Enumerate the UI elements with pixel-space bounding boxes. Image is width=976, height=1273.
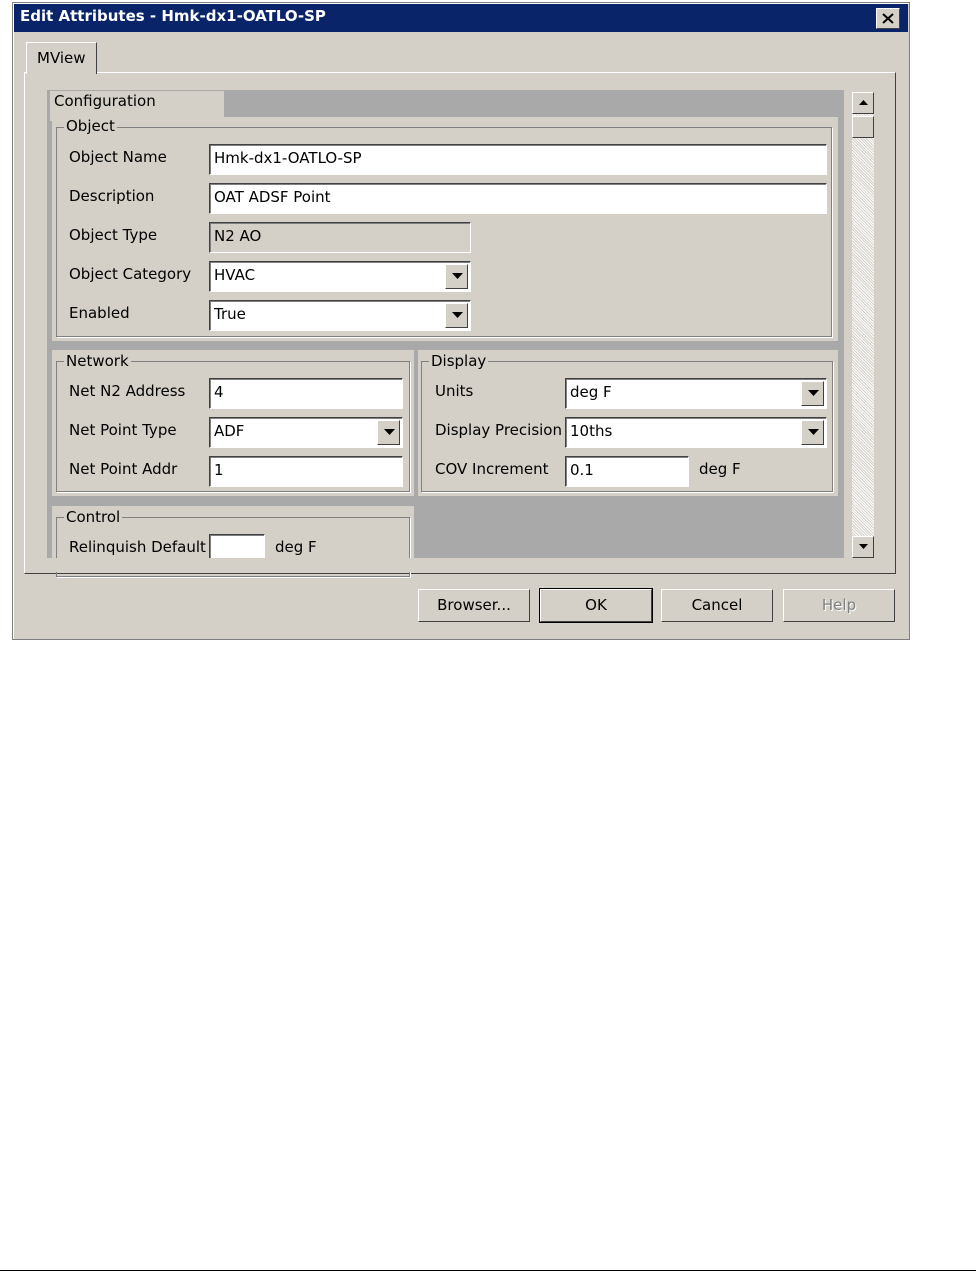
close-icon <box>882 13 894 24</box>
units-dropdown-button[interactable] <box>801 381 824 406</box>
display-precision-label: Display Precision <box>435 421 562 439</box>
chevron-down-icon <box>452 312 463 318</box>
configuration-label: Configuration <box>54 92 156 110</box>
chevron-down-icon <box>808 390 819 396</box>
net-point-type-select[interactable]: ADF <box>209 417 403 448</box>
net-n2-address-input[interactable]: 4 <box>209 378 403 409</box>
help-button: Help <box>783 589 895 622</box>
description-input[interactable]: OAT ADSF Point <box>209 183 827 214</box>
tab-mview[interactable]: MView <box>26 42 97 74</box>
net-point-type-label: Net Point Type <box>69 421 177 439</box>
scrollbar-thumb[interactable] <box>852 116 874 138</box>
enabled-label: Enabled <box>69 304 130 322</box>
units-select[interactable]: deg F <box>565 378 827 409</box>
viewport-bottom-edge <box>47 558 853 572</box>
ok-button[interactable]: OK <box>539 588 653 623</box>
object-type-readonly: N2 AO <box>209 222 471 253</box>
vertical-scrollbar[interactable] <box>852 92 874 558</box>
cov-increment-label: COV Increment <box>435 460 549 478</box>
object-category-select[interactable]: HVAC <box>209 261 471 292</box>
object-name-label: Object Name <box>69 148 167 166</box>
chevron-down-icon <box>859 544 868 549</box>
tab-label: MView <box>37 49 86 67</box>
net-n2-address-label: Net N2 Address <box>69 382 186 400</box>
object-category-dropdown-button[interactable] <box>445 264 468 289</box>
close-button[interactable] <box>876 8 900 29</box>
page-bottom-rule <box>0 1270 976 1271</box>
browser-button[interactable]: Browser... <box>418 589 530 622</box>
net-point-addr-input[interactable]: 1 <box>209 456 403 487</box>
object-type-label: Object Type <box>69 226 158 244</box>
net-point-type-dropdown-button[interactable] <box>377 420 400 445</box>
enabled-dropdown-button[interactable] <box>445 303 468 328</box>
object-category-label: Object Category <box>69 265 192 283</box>
display-group-label: Display <box>429 352 489 370</box>
chevron-up-icon <box>859 100 868 105</box>
scroll-down-button[interactable] <box>852 536 874 558</box>
relinquish-default-label: Relinquish Default <box>69 538 206 556</box>
object-group-label: Object <box>64 117 117 135</box>
network-group-label: Network <box>64 352 131 370</box>
control-group-label: Control <box>64 508 123 526</box>
display-precision-select[interactable]: 10ths <box>565 417 827 448</box>
cov-increment-unit: deg F <box>699 460 741 478</box>
units-label: Units <box>435 382 474 400</box>
scroll-up-button[interactable] <box>852 92 874 114</box>
relinquish-default-unit: deg F <box>275 538 317 556</box>
window-title: Edit Attributes - Hmk-dx1-OATLO-SP <box>20 7 326 25</box>
description-label: Description <box>69 187 155 205</box>
net-point-addr-label: Net Point Addr <box>69 460 178 478</box>
object-name-input[interactable]: Hmk-dx1-OATLO-SP <box>209 144 827 175</box>
chevron-down-icon <box>452 273 463 279</box>
display-precision-dropdown-button[interactable] <box>801 420 824 445</box>
chevron-down-icon <box>808 429 819 435</box>
cancel-button[interactable]: Cancel <box>661 589 773 622</box>
enabled-select[interactable]: True <box>209 300 471 331</box>
cov-increment-input[interactable]: 0.1 <box>565 456 689 487</box>
chevron-down-icon <box>384 429 395 435</box>
